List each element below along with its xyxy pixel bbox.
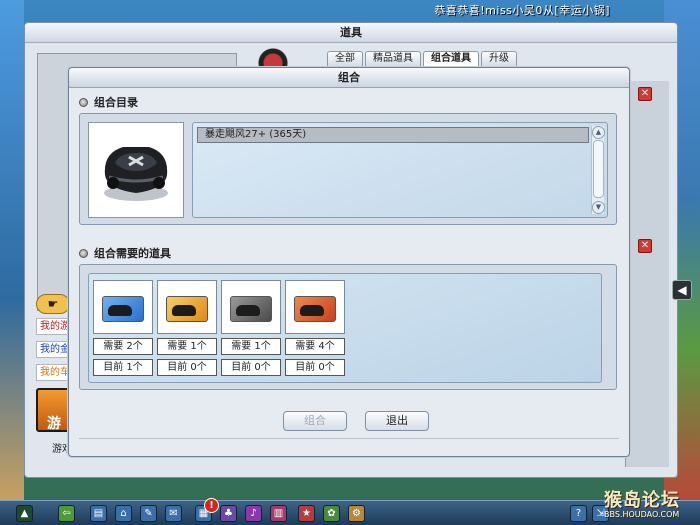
shop-icon[interactable]: ▤	[90, 505, 107, 522]
notification-badge-icon[interactable]: !	[204, 498, 219, 513]
list-item[interactable]: 暴走飓风27+ (365天)	[197, 127, 589, 143]
bullet-icon	[79, 249, 88, 258]
watermark-sub-text: BBS.HOUDAO.COM	[604, 510, 680, 519]
item-card-car	[108, 305, 132, 316]
required-count: 需要 1个	[157, 338, 217, 355]
watermark-main-text: 猴岛论坛	[604, 490, 680, 511]
game-mode-button-label: 游	[47, 416, 61, 432]
scroll-up-icon[interactable]: ▲	[592, 126, 605, 139]
background-left-strip	[0, 0, 24, 500]
combine-dialog: 组合 组合目录 暴走飓风27+ (365天) ▲ ▼ 组合需要的道具 需要 2个…	[68, 67, 630, 457]
gift-icon[interactable]: ✉	[165, 505, 182, 522]
catalog-scrollbar[interactable]: ▲ ▼	[591, 126, 605, 214]
catalog-heading-text: 组合目录	[94, 96, 138, 109]
combine-button[interactable]: 组合	[283, 411, 347, 431]
required-count: 需要 2个	[93, 338, 153, 355]
wrench-icon[interactable]: ✎	[140, 505, 157, 522]
scroll-thumb[interactable]	[593, 140, 604, 198]
required-item[interactable]: 需要 4个 目前 0个	[285, 280, 347, 376]
tab-upgrade[interactable]: 升级	[481, 51, 517, 67]
current-count: 目前 0个	[157, 359, 217, 376]
close-icon[interactable]: ✕	[638, 239, 652, 253]
book-icon[interactable]: ▥	[270, 505, 287, 522]
catalog-panel: 暴走飓风27+ (365天) ▲ ▼	[79, 113, 617, 225]
item-window-right-column: ✕ ✕	[625, 81, 669, 467]
required-heading-text: 组合需要的道具	[94, 247, 171, 260]
item-card-car	[236, 305, 260, 316]
bottom-taskbar: ▲ ⇦ ▤ ⌂ ✎ ✉ ▦ ♣ ♪ ▥ ★ ✿ ⚙ ? ⇲	[0, 500, 700, 525]
game-mode-button[interactable]: 游	[36, 388, 72, 432]
current-count: 目前 1个	[93, 359, 153, 376]
stars-icon[interactable]: ★	[298, 505, 315, 522]
current-count: 目前 0个	[285, 359, 345, 376]
item-preview	[88, 122, 184, 218]
current-count: 目前 0个	[221, 359, 281, 376]
kart-image	[104, 147, 168, 201]
scroll-down-icon[interactable]: ▼	[592, 201, 605, 214]
required-count: 需要 1个	[221, 338, 281, 355]
back-arrow-icon[interactable]: ⇦	[58, 505, 75, 522]
chat-icon[interactable]: ✿	[323, 505, 340, 522]
exit-button[interactable]: 退出	[365, 411, 429, 431]
required-section-heading: 组合需要的道具	[79, 246, 171, 262]
house-icon[interactable]: ⌂	[115, 505, 132, 522]
item-card-car	[172, 305, 196, 316]
required-item[interactable]: 需要 1个 目前 0个	[221, 280, 283, 376]
required-items-panel: 需要 2个 目前 1个 需要 1个 目前 0个 需要 1个 目前 0个 需要 4…	[79, 264, 617, 390]
dialog-footer-divider	[79, 438, 619, 448]
hand-pointer-button[interactable]: ☛	[36, 294, 70, 314]
forum-watermark: 猴岛论坛 BBS.HOUDAO.COM	[604, 486, 698, 524]
tab-all[interactable]: 全部	[327, 51, 363, 67]
combine-dialog-title: 组合	[69, 68, 629, 88]
combo-catalog-list[interactable]: 暴走飓风27+ (365天) ▲ ▼	[192, 122, 608, 218]
item-card-icon	[93, 280, 153, 334]
help-icon[interactable]: ?	[570, 505, 587, 522]
item-card-icon	[285, 280, 345, 334]
required-item[interactable]: 需要 2个 目前 1个	[93, 280, 155, 376]
close-icon[interactable]: ✕	[638, 87, 652, 101]
item-card-icon	[221, 280, 281, 334]
required-item[interactable]: 需要 1个 目前 0个	[157, 280, 219, 376]
item-card-car	[300, 305, 324, 316]
tab-premium-items[interactable]: 精品道具	[365, 51, 421, 67]
bullet-icon	[79, 98, 88, 107]
home-logo-icon[interactable]: ▲	[16, 505, 33, 522]
item-window-title: 道具	[25, 23, 677, 43]
catalog-section-heading: 组合目录	[79, 95, 138, 111]
team-icon[interactable]: ♣	[220, 505, 237, 522]
item-card-icon	[157, 280, 217, 334]
chevron-left-icon[interactable]: ◀	[672, 280, 692, 300]
system-broadcast-message: 恭喜恭喜!miss小吴0从[幸运小锅]	[434, 4, 610, 17]
music-icon[interactable]: ♪	[245, 505, 262, 522]
tab-combo-items[interactable]: 组合道具	[423, 51, 479, 67]
required-items-box: 需要 2个 目前 1个 需要 1个 目前 0个 需要 1个 目前 0个 需要 4…	[88, 273, 602, 383]
required-count: 需要 4个	[285, 338, 345, 355]
item-tabs: 全部 精品道具 组合道具 升级	[327, 51, 517, 67]
settings-icon[interactable]: ⚙	[348, 505, 365, 522]
